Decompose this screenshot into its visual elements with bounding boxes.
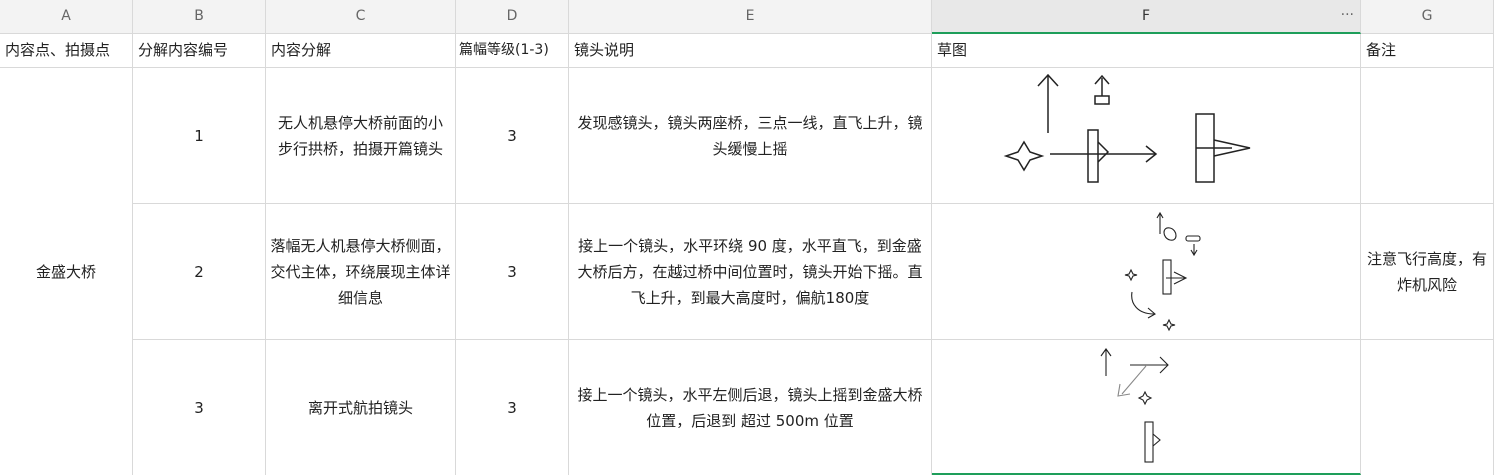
cell-row2-notes[interactable]: 注意飞行高度，有炸机风险 (1361, 204, 1494, 340)
cell-row3-notes[interactable] (1361, 340, 1494, 475)
col-header-a[interactable]: A (0, 0, 133, 34)
header-cell-shot-description[interactable]: 镜头说明 (569, 34, 932, 68)
col-header-g[interactable]: G (1361, 0, 1494, 34)
cell-row2-breakdown[interactable]: 落幅无人机悬停大桥侧面，交代主体，环绕展现主体详细信息 (266, 204, 456, 340)
cell-row1-number[interactable]: 1 (133, 68, 266, 204)
col-header-d[interactable]: D (456, 0, 569, 34)
row3-breakdown-text: 离开式航拍镜头 (307, 398, 413, 417)
row2-description-text: 接上一个镜头，水平环绕 90 度，水平直飞，到金盛大桥后方，在越过桥中间位置时，… (577, 236, 923, 307)
cell-row3-number[interactable]: 3 (133, 340, 266, 475)
row2-number-text: 2 (194, 262, 204, 281)
cell-location-merged[interactable]: 金盛大桥 (0, 68, 133, 475)
cell-row3-level[interactable]: 3 (456, 340, 569, 475)
row2-breakdown-text: 落幅无人机悬停大桥侧面，交代主体，环绕展现主体详细信息 (270, 236, 451, 307)
cell-row2-sketch[interactable] (932, 204, 1361, 340)
cell-row1-level[interactable]: 3 (456, 68, 569, 204)
header-cell-sketch[interactable]: 草图 (932, 34, 1361, 68)
row1-breakdown-text: 无人机悬停大桥前面的小步行拱桥，拍摄开篇镜头 (277, 113, 443, 158)
col-header-f[interactable]: F ··· (932, 0, 1361, 34)
location-text: 金盛大桥 (35, 262, 96, 281)
sketch-3-image (1100, 348, 1169, 463)
cell-row2-number[interactable]: 2 (133, 204, 266, 340)
row1-number-text: 1 (194, 126, 204, 145)
cell-row1-sketch[interactable] (932, 68, 1361, 204)
cell-row2-description[interactable]: 接上一个镜头，水平环绕 90 度，水平直飞，到金盛大桥后方，在越过桥中间位置时，… (569, 204, 932, 340)
sketch-2-image (1124, 211, 1201, 332)
sketch-1-image (1003, 73, 1251, 183)
cell-row3-description[interactable]: 接上一个镜头，水平左侧后退，镜头上摇到金盛大桥位置，后退到 超过 500m 位置 (569, 340, 932, 475)
column-menu-icon[interactable]: ··· (1341, 0, 1354, 30)
header-cell-length-level[interactable]: 篇幅等级(1-3) (456, 34, 569, 68)
header-cell-item-number[interactable]: 分解内容编号 (133, 34, 266, 68)
cell-row1-description[interactable]: 发现感镜头，镜头两座桥，三点一线，直飞上升，镜头缓慢上摇 (569, 68, 932, 204)
col-header-f-label: F (1141, 8, 1151, 24)
row3-description-text: 接上一个镜头，水平左侧后退，镜头上摇到金盛大桥位置，后退到 超过 500m 位置 (577, 385, 923, 430)
col-header-b[interactable]: B (133, 0, 266, 34)
col-header-e[interactable]: E (569, 0, 932, 34)
row3-level-text: 3 (507, 398, 517, 417)
row2-notes-text: 注意飞行高度，有炸机风险 (1367, 249, 1488, 294)
cell-row2-level[interactable]: 3 (456, 204, 569, 340)
cell-row3-breakdown[interactable]: 离开式航拍镜头 (266, 340, 456, 475)
cell-row3-sketch[interactable] (932, 340, 1361, 475)
row1-level-text: 3 (507, 126, 517, 145)
col-header-c[interactable]: C (266, 0, 456, 34)
row3-number-text: 3 (194, 398, 204, 417)
row2-level-text: 3 (507, 262, 517, 281)
row1-description-text: 发现感镜头，镜头两座桥，三点一线，直飞上升，镜头缓慢上摇 (577, 113, 923, 158)
spreadsheet-grid: A B C D E F ··· G 内容点、拍摄点 分解内容编号 内容分解 篇幅… (0, 0, 1494, 475)
header-cell-notes[interactable]: 备注 (1361, 34, 1494, 68)
cell-row1-notes[interactable] (1361, 68, 1494, 204)
header-cell-breakdown[interactable]: 内容分解 (266, 34, 456, 68)
header-cell-content-point[interactable]: 内容点、拍摄点 (0, 34, 133, 68)
cell-row1-breakdown[interactable]: 无人机悬停大桥前面的小步行拱桥，拍摄开篇镜头 (266, 68, 456, 204)
